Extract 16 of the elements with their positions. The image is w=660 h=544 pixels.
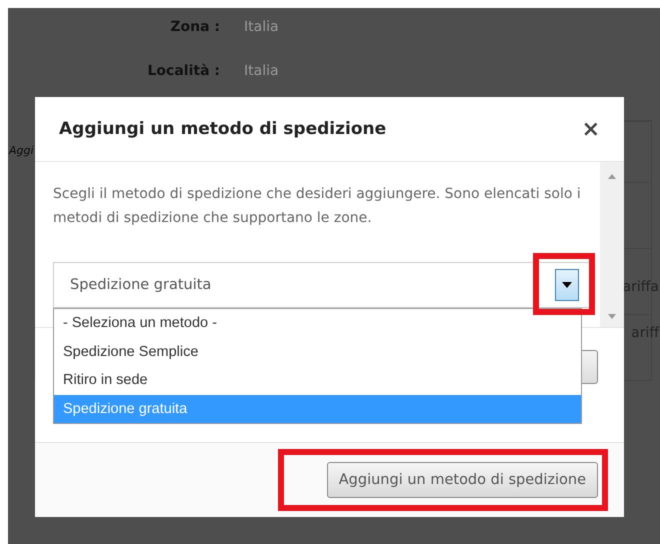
dialog-title: Aggiungi un metodo di spedizione	[59, 119, 386, 139]
field-label: Zona :	[169, 19, 220, 35]
close-button[interactable]: ×	[578, 116, 604, 142]
dropdown-option[interactable]: Ritiro in sede	[54, 366, 581, 394]
field-label: Località :	[146, 63, 220, 79]
field-value: Italia	[244, 19, 279, 35]
dropdown-option[interactable]: Spedizione Semplice	[54, 338, 581, 366]
field-value: Italia	[244, 63, 279, 79]
scroll-down-icon[interactable]	[608, 314, 616, 319]
highlight-overlay	[533, 253, 595, 315]
description: Scegli il metodo di spedizione che desideri aggiungere. Sono elencati solo i metodi di spedizione che supportano le zone.	[53, 185, 582, 228]
scroll-up-icon[interactable]	[608, 174, 616, 179]
add-method-button[interactable]: Aggiungi un metodo di spedizione	[326, 462, 598, 498]
scrollbar[interactable]	[600, 162, 624, 327]
dropdown-option[interactable]: - Seleziona un metodo -	[54, 309, 581, 338]
table-text: Aggi	[9, 144, 34, 157]
